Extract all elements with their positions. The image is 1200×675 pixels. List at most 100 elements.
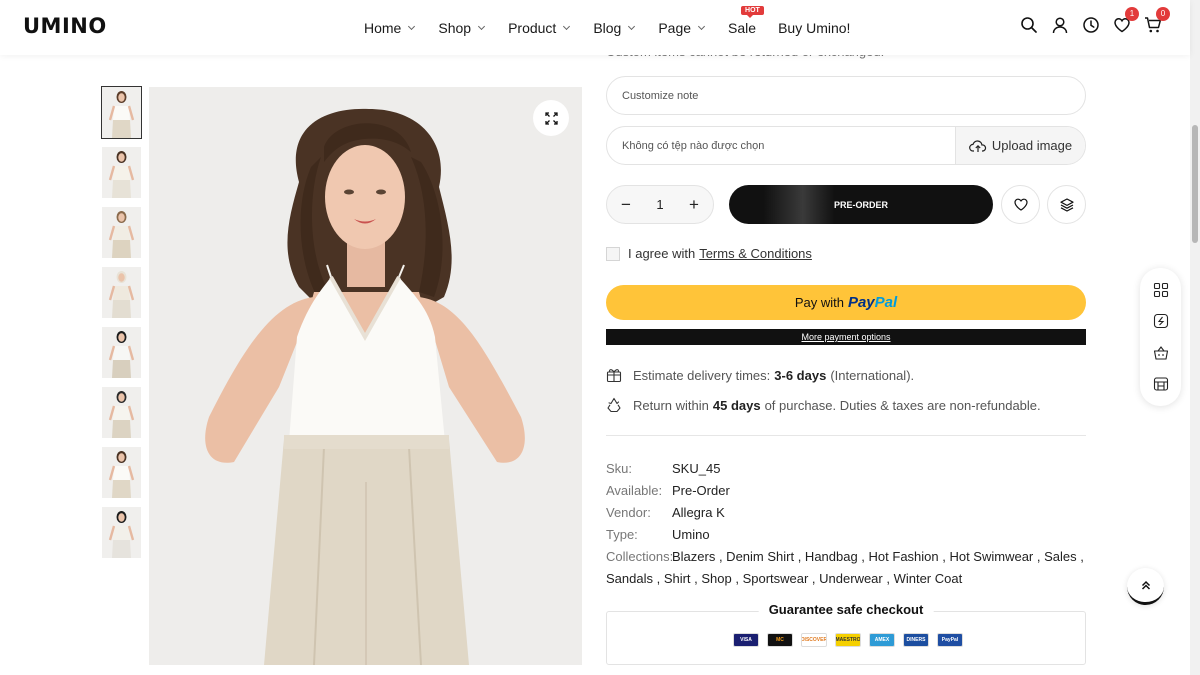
upload-image-button[interactable]: Upload image	[955, 127, 1085, 164]
nav-shop[interactable]: Shop	[438, 19, 486, 36]
thumbnail-1[interactable]	[101, 86, 142, 139]
compare-button[interactable]	[1047, 185, 1086, 224]
wishlist-count-badge: 1	[1125, 7, 1139, 21]
thumbnail-photo	[102, 267, 141, 318]
meta-value[interactable]: Blazers , Denim Shirt , Handbag , Hot Fa…	[672, 546, 1084, 568]
cart-count-badge: 0	[1156, 7, 1170, 21]
layers-icon	[1059, 197, 1074, 212]
thumbnail-photo	[102, 327, 141, 378]
thumbnail-photo	[102, 447, 141, 498]
delivery-estimate: Estimate delivery times: 3-6 days (Inter…	[606, 367, 914, 383]
thumbnail-5[interactable]	[102, 327, 141, 378]
site-header: UMINO Home Shop Product Blog Page Sale HO…	[0, 0, 1190, 55]
agree-text: I agree with	[628, 246, 696, 261]
thumbnail-4[interactable]	[102, 267, 141, 318]
file-status-text: Không có tệp nào được chọn	[622, 139, 765, 152]
chevron-down-icon	[698, 22, 706, 30]
nav-sale-label: Sale	[728, 19, 757, 36]
header-icons: 1 0	[1020, 7, 1170, 34]
payment-card-visa: VISA	[733, 633, 759, 647]
grid-icon[interactable]	[1153, 282, 1169, 298]
terms-checkbox[interactable]	[606, 246, 620, 261]
account-icon[interactable]	[1051, 16, 1069, 34]
meta-label: Type:	[606, 527, 638, 542]
scrollbar-thumb[interactable]	[1192, 125, 1198, 243]
nav-sale[interactable]: Sale HOT	[728, 5, 764, 36]
double-chevron-up-icon	[1141, 580, 1150, 590]
meta-row: Type: Umino	[606, 524, 1086, 546]
payment-cards: VISA MC DISCOVER MAESTRO AMEX DINERS PayPal	[733, 633, 963, 647]
model-photo	[149, 87, 582, 665]
payment-card-discover: DISCOVER	[801, 633, 827, 647]
meta-value: Allegra K	[672, 505, 725, 520]
nav-home[interactable]: Home	[364, 19, 416, 36]
nav-buy-label: Buy Umino!	[778, 19, 851, 36]
terms-link[interactable]: Terms & Conditions	[699, 246, 812, 261]
store-icon[interactable]	[1153, 376, 1169, 392]
floating-toolbar	[1140, 268, 1181, 406]
thumbnail-7[interactable]	[102, 447, 141, 498]
currency-icon[interactable]	[1153, 313, 1169, 329]
thumbnail-8[interactable]	[102, 507, 141, 558]
nav-buy-umino[interactable]: Buy Umino!	[778, 20, 850, 36]
nav-blog[interactable]: Blog	[593, 19, 636, 36]
thumbnail-6[interactable]	[102, 387, 141, 438]
meta-label: Available:	[606, 483, 663, 498]
file-upload-field[interactable]: Không có tệp nào được chọn Upload image	[606, 126, 1086, 165]
search-icon[interactable]	[1020, 16, 1038, 34]
chevron-down-icon	[478, 22, 486, 30]
return-policy: Return within 45 days of purchase. Dutie…	[606, 397, 1041, 413]
back-to-top-button[interactable]	[1127, 568, 1164, 605]
meta-value[interactable]: Sandals , Shirt , Shop , Sportswear , Un…	[606, 568, 962, 590]
history-icon[interactable]	[1082, 16, 1100, 34]
wishlist-icon[interactable]: 1	[1113, 7, 1139, 34]
return-prefix: Return within	[633, 397, 709, 413]
nav-product-label: Product	[508, 19, 557, 36]
basket-icon[interactable]	[1153, 345, 1169, 361]
product-meta: Sku: SKU_45 Available: Pre-Order Vendor: Alle…	[606, 458, 1086, 590]
thumbnail-photo	[102, 387, 141, 438]
main-nav: Home Shop Product Blog Page Sale HOT Buy …	[364, 0, 874, 55]
decrease-quantity-button[interactable]: −	[621, 196, 631, 213]
customize-note-input[interactable]: Customize note	[606, 76, 1086, 115]
pre-order-button[interactable]: PRE-ORDER	[729, 185, 993, 224]
estimate-days: 3-6 days	[774, 367, 827, 383]
product-main-image[interactable]	[149, 87, 582, 665]
meta-value: Pre-Order	[672, 483, 730, 498]
logo[interactable]: UMINO	[23, 14, 107, 38]
nav-shop-label: Shop	[438, 19, 472, 36]
nav-home-label: Home	[364, 19, 402, 36]
cart-icon[interactable]: 0	[1144, 7, 1170, 34]
recycle-icon	[607, 397, 621, 413]
nav-page-label: Page	[658, 19, 692, 36]
upload-image-label: Upload image	[991, 138, 1073, 153]
paypal-prefix: Pay with	[794, 295, 844, 310]
customize-note-placeholder: Customize note	[622, 89, 699, 102]
meta-value: Umino	[672, 527, 710, 542]
increase-quantity-button[interactable]: +	[689, 196, 699, 213]
thumbnail-photo	[102, 507, 141, 558]
payment-card-maestro: MAESTRO	[835, 633, 861, 647]
paypal-button[interactable]: Pay with PayPal	[606, 285, 1086, 320]
chevron-down-icon	[563, 22, 571, 30]
thumbnail-list	[101, 86, 142, 567]
return-days: 45 days	[712, 397, 761, 413]
nav-page[interactable]: Page	[658, 19, 706, 36]
thumbnail-photo	[102, 147, 141, 198]
meta-row: Sku: SKU_45	[606, 458, 1086, 480]
nav-blog-label: Blog	[593, 19, 622, 36]
expand-icon	[544, 111, 558, 125]
estimate-suffix: (International).	[830, 367, 915, 383]
quantity-value[interactable]: 1	[656, 197, 663, 212]
thumbnail-2[interactable]	[102, 147, 141, 198]
nav-product[interactable]: Product	[508, 19, 571, 36]
page-scrollbar[interactable]	[1190, 0, 1200, 675]
meta-row: Collections: Blazers , Denim Shirt , Hand…	[606, 546, 1086, 568]
expand-image-button[interactable]	[533, 100, 569, 136]
package-icon	[606, 369, 622, 383]
chevron-down-icon	[628, 22, 636, 30]
meta-row: Available: Pre-Order	[606, 480, 1086, 502]
add-to-wishlist-button[interactable]	[1001, 185, 1040, 224]
more-payment-options-link[interactable]: More payment options	[606, 329, 1086, 345]
thumbnail-3[interactable]	[102, 207, 141, 258]
